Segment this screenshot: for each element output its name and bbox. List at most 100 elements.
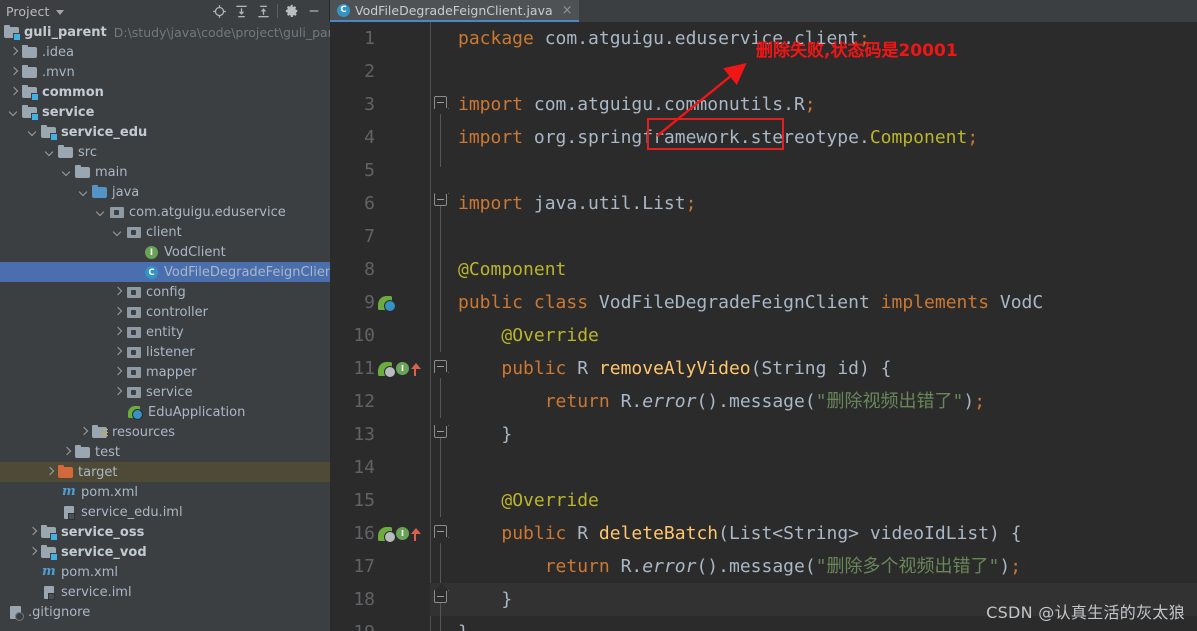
gutter-18[interactable]: 18	[331, 583, 430, 616]
fold-column-14[interactable]	[430, 451, 452, 484]
gutter-10[interactable]: 10	[331, 319, 430, 352]
tree-row-config[interactable]: config	[0, 282, 330, 302]
chevron-down-icon[interactable]	[56, 9, 65, 15]
tree-row-root[interactable]: guli_parent D:\study\java\code\project\g…	[0, 22, 330, 42]
chevron-right-icon[interactable]	[112, 347, 123, 358]
gutter-17[interactable]: 17	[331, 550, 430, 583]
chevron-down-icon[interactable]	[112, 227, 123, 238]
tree-row-target[interactable]: target	[0, 462, 330, 482]
spring-bean-icon[interactable]	[378, 295, 396, 312]
chevron-right-icon[interactable]	[112, 307, 123, 318]
fold-column-10[interactable]	[430, 319, 452, 352]
collapse-all-icon[interactable]	[252, 1, 274, 21]
gutter-4[interactable]: 4	[331, 121, 430, 154]
fold-column-11[interactable]	[430, 352, 452, 385]
tree-row-vodclient[interactable]: I VodClient	[0, 242, 330, 262]
chevron-right-icon[interactable]	[61, 447, 72, 458]
fold-collapse-icon[interactable]	[434, 425, 447, 438]
close-icon[interactable]: ×	[562, 4, 573, 17]
fold-collapse-icon[interactable]	[434, 193, 447, 206]
gutter-16[interactable]: 16 I	[331, 517, 430, 550]
fold-column-9[interactable]	[430, 286, 452, 319]
chevron-down-icon[interactable]	[8, 107, 19, 118]
fold-column-18[interactable]	[430, 583, 452, 616]
tree-row-controller[interactable]: controller	[0, 302, 330, 322]
gutter-2[interactable]: 2	[331, 55, 430, 88]
chevron-right-icon[interactable]	[44, 467, 55, 478]
settings-gear-icon[interactable]	[281, 1, 303, 21]
gutter-5[interactable]: 5	[331, 154, 430, 187]
tree-row-java[interactable]: java	[0, 182, 330, 202]
spring-bean-icon[interactable]	[378, 526, 396, 543]
fold-collapse-icon[interactable]	[434, 96, 447, 109]
expand-all-icon[interactable]	[230, 1, 252, 21]
gutter-8[interactable]: 8	[331, 253, 430, 286]
code-editor[interactable]: 1 package com.atguigu.eduservice.client;…	[331, 22, 1197, 631]
gutter-13[interactable]: 13	[331, 418, 430, 451]
tree-row-eduapplication[interactable]: EduApplication	[0, 402, 330, 422]
fold-column-4[interactable]	[430, 121, 452, 154]
chevron-right-icon[interactable]	[112, 327, 123, 338]
tree-row-entity[interactable]: entity	[0, 322, 330, 342]
gutter-9[interactable]: 9	[331, 286, 430, 319]
gutter-15[interactable]: 15	[331, 484, 430, 517]
chevron-right-icon[interactable]	[8, 87, 19, 98]
gutter-11[interactable]: 11 I	[331, 352, 430, 385]
tree-row-service-vod[interactable]: service_vod	[0, 542, 330, 562]
chevron-down-icon[interactable]	[61, 167, 72, 178]
fold-column-16[interactable]	[430, 517, 452, 550]
tree-row-service[interactable]: service	[0, 102, 330, 122]
locate-target-icon[interactable]	[208, 1, 230, 21]
fold-collapse-icon[interactable]	[434, 360, 447, 373]
tree-row-test[interactable]: test	[0, 442, 330, 462]
tree-row-main[interactable]: main	[0, 162, 330, 182]
override-arrow-icon[interactable]	[410, 361, 421, 377]
fold-column-12[interactable]	[430, 385, 452, 418]
gutter-14[interactable]: 14	[331, 451, 430, 484]
tree-row-mapper[interactable]: mapper	[0, 362, 330, 382]
tree-row-package-client[interactable]: client	[0, 222, 330, 242]
chevron-right-icon[interactable]	[78, 427, 89, 438]
chevron-down-icon[interactable]	[95, 207, 106, 218]
spring-bean-icon[interactable]	[378, 361, 396, 378]
chevron-right-icon[interactable]	[8, 67, 19, 78]
tree-row-package-eduservice[interactable]: com.atguigu.eduservice	[0, 202, 330, 222]
fold-column-2[interactable]	[430, 55, 452, 88]
tree-row-vodfiledegradefeignclient[interactable]: C VodFileDegradeFeignClient	[0, 262, 330, 282]
gutter-1[interactable]: 1	[331, 22, 430, 55]
fold-column-5[interactable]	[430, 154, 452, 187]
chevron-right-icon[interactable]	[112, 287, 123, 298]
chevron-right-icon[interactable]	[27, 547, 38, 558]
project-panel-title[interactable]: Project	[6, 4, 49, 19]
gutter-3[interactable]: 3	[331, 88, 430, 121]
fold-collapse-icon[interactable]	[434, 525, 447, 538]
chevron-right-icon[interactable]	[8, 47, 19, 58]
project-tree-panel[interactable]: guli_parent D:\study\java\code\project\g…	[0, 22, 331, 631]
chevron-right-icon[interactable]	[27, 527, 38, 538]
fold-column-6[interactable]	[430, 187, 452, 220]
chevron-down-icon[interactable]	[44, 147, 55, 158]
fold-column-8[interactable]	[430, 253, 452, 286]
minimize-icon[interactable]	[303, 1, 325, 21]
fold-column-15[interactable]	[430, 484, 452, 517]
fold-column-17[interactable]	[430, 550, 452, 583]
tree-row-service-oss[interactable]: service_oss	[0, 522, 330, 542]
override-arrow-icon[interactable]	[410, 526, 421, 542]
tree-row-service-iml[interactable]: service.iml	[0, 582, 330, 602]
chevron-right-icon[interactable]	[112, 387, 123, 398]
tree-row-listener[interactable]: listener	[0, 342, 330, 362]
fold-collapse-icon[interactable]	[434, 590, 447, 603]
tree-row-pom-edu[interactable]: m pom.xml	[0, 482, 330, 502]
fold-column-1[interactable]	[430, 22, 452, 55]
chevron-right-icon[interactable]	[112, 367, 123, 378]
gutter-7[interactable]: 7	[331, 220, 430, 253]
implements-interface-icon[interactable]: I	[396, 362, 409, 375]
fold-column-19[interactable]	[430, 616, 452, 631]
gutter-12[interactable]: 12	[331, 385, 430, 418]
gutter-19[interactable]: 19	[331, 616, 430, 631]
tree-row-resources[interactable]: resources	[0, 422, 330, 442]
tree-row-mvn[interactable]: .mvn	[0, 62, 330, 82]
fold-column-3[interactable]	[430, 88, 452, 121]
chevron-down-icon[interactable]	[78, 187, 89, 198]
tree-row-service-edu[interactable]: service_edu	[0, 122, 330, 142]
